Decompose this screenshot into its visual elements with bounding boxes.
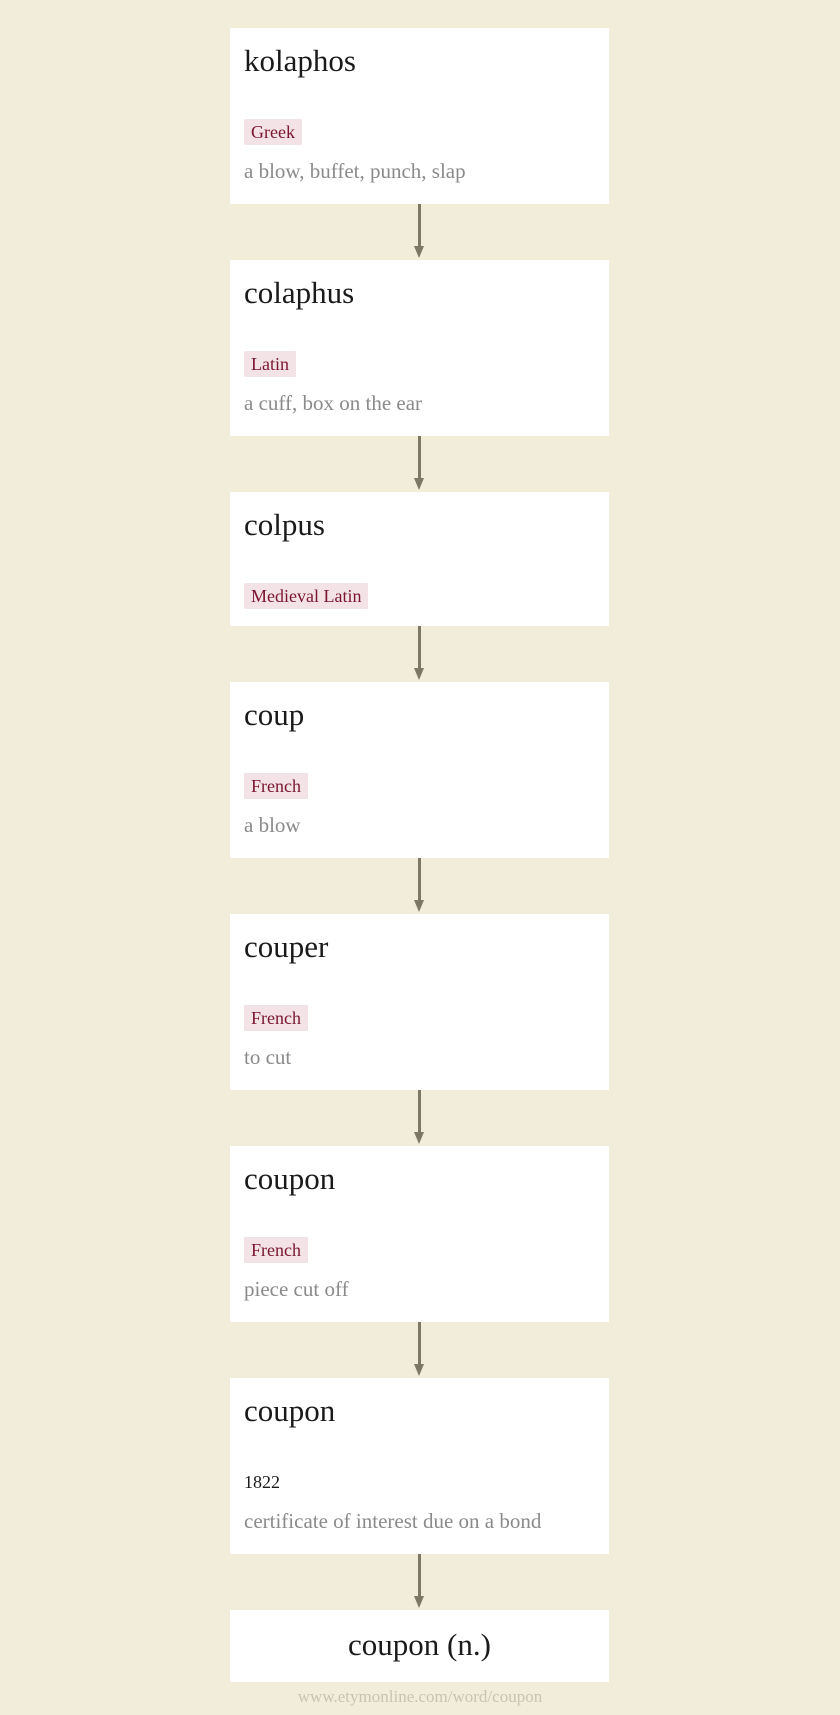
step-word: colpus (244, 507, 325, 542)
language-tag: Greek (244, 119, 302, 145)
arrow-shaft (418, 1090, 421, 1134)
etymology-step-card: colaphus Latin a cuff, box on the ear (230, 260, 609, 436)
result-word: coupon (n.) (348, 1627, 491, 1662)
source-url: www.etymonline.com/word/coupon (297, 1687, 543, 1706)
etymology-step-card: coupon French piece cut off (230, 1146, 609, 1322)
etymology-chain: kolaphos Greek a blow, buffet, punch, sl… (230, 28, 609, 1682)
step-gloss: a blow, buffet, punch, slap (244, 159, 466, 183)
step-word: coupon (244, 1161, 336, 1196)
arrow-down-icon (230, 626, 609, 682)
arrow-head (414, 1132, 424, 1144)
arrow-head (414, 246, 424, 258)
arrow-head (414, 668, 424, 680)
etymology-step-card: coup French a blow (230, 682, 609, 858)
step-word: kolaphos (244, 43, 356, 78)
language-tag: French (244, 773, 308, 799)
arrow-head (414, 1596, 424, 1608)
etymology-step-card: colpus Medieval Latin (230, 492, 609, 626)
step-word: coup (244, 697, 305, 732)
language-tag: French (244, 1005, 308, 1031)
step-word: coupon (244, 1393, 336, 1428)
step-word: colaphus (244, 275, 355, 310)
step-word: couper (244, 929, 329, 964)
step-gloss: certificate of interest due on a bond (244, 1509, 542, 1533)
arrow-down-icon (230, 1090, 609, 1146)
arrow-shaft (418, 204, 421, 248)
arrow-down-icon (230, 1554, 609, 1610)
result-card: coupon (n.) (230, 1610, 609, 1682)
step-gloss: a cuff, box on the ear (244, 391, 423, 415)
arrow-down-icon (230, 1322, 609, 1378)
date-label: 1822 (244, 1472, 280, 1492)
etymology-step-card: couper French to cut (230, 914, 609, 1090)
language-tag: Medieval Latin (244, 583, 369, 609)
arrow-down-icon (230, 436, 609, 492)
language-tag: Latin (244, 351, 296, 377)
arrow-head (414, 1364, 424, 1376)
arrow-shaft (418, 1554, 421, 1598)
step-gloss: to cut (244, 1045, 292, 1069)
etymology-step-card: coupon 1822 certificate of interest due … (230, 1378, 609, 1554)
step-gloss: a blow (244, 813, 301, 837)
arrow-down-icon (230, 858, 609, 914)
step-gloss: piece cut off (244, 1277, 349, 1301)
etymology-step-card: kolaphos Greek a blow, buffet, punch, sl… (230, 28, 609, 204)
arrow-shaft (418, 858, 421, 902)
arrow-shaft (418, 1322, 421, 1366)
arrow-head (414, 900, 424, 912)
language-tag: French (244, 1237, 308, 1263)
arrow-head (414, 478, 424, 490)
arrow-shaft (418, 626, 421, 670)
arrow-shaft (418, 436, 421, 480)
arrow-down-icon (230, 204, 609, 260)
